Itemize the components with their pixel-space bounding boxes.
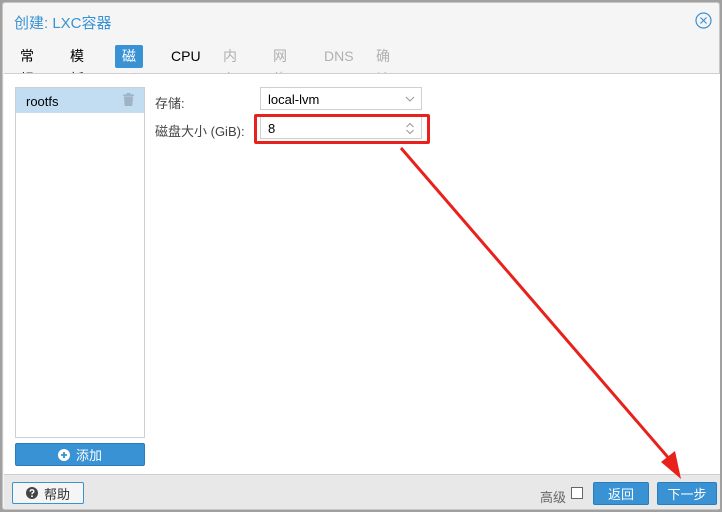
advanced-checkbox[interactable] — [571, 487, 583, 499]
disk-name: rootfs — [26, 94, 59, 109]
chevron-down-icon[interactable] — [405, 93, 415, 105]
tab-dns[interactable]: DNS — [317, 45, 361, 68]
create-lxc-dialog: 创建: LXC容器 常规 模板 磁盘 CPU 内存 网络 DNS 确认 root… — [2, 2, 720, 510]
storage-select[interactable]: local-lvm — [260, 87, 422, 110]
storage-label: 存储: — [155, 96, 185, 111]
tab-disk[interactable]: 磁盘 — [115, 45, 143, 87]
tab-general[interactable]: 常规 — [13, 45, 41, 87]
dialog-footer: 帮助 高级 返回 下一步 — [4, 475, 720, 509]
advanced-label: 高级 — [540, 490, 567, 505]
disk-size-label: 磁盘大小 (GiB): — [155, 124, 245, 139]
disk-panel: rootfs 添加 存储: local-lvm 磁盘大小 (GiB): 8 — [4, 73, 720, 475]
add-disk-button[interactable]: 添加 — [15, 443, 145, 466]
tab-network[interactable]: 网络 — [266, 45, 294, 87]
disk-list: rootfs — [15, 87, 145, 438]
next-button[interactable]: 下一步 — [657, 482, 717, 505]
close-button[interactable] — [695, 12, 712, 29]
annotation-highlight-box — [254, 114, 430, 144]
delete-disk-button[interactable] — [123, 93, 134, 106]
plus-circle-icon — [57, 448, 70, 461]
back-button[interactable]: 返回 — [593, 482, 649, 505]
help-button[interactable]: 帮助 — [12, 482, 84, 504]
tab-cpu[interactable]: CPU — [164, 45, 208, 68]
tab-template[interactable]: 模板 — [63, 45, 91, 87]
disk-list-item[interactable]: rootfs — [16, 88, 144, 113]
close-circle-icon — [695, 12, 712, 29]
question-circle-icon — [25, 487, 38, 499]
add-disk-label: 添加 — [75, 448, 102, 463]
trash-icon — [123, 93, 134, 106]
dialog-title: 创建: LXC容器 — [14, 15, 112, 32]
storage-value: local-lvm — [268, 92, 320, 107]
tab-memory[interactable]: 内存 — [216, 45, 244, 87]
help-label: 帮助 — [43, 486, 70, 502]
tab-confirm[interactable]: 确认 — [369, 45, 397, 87]
